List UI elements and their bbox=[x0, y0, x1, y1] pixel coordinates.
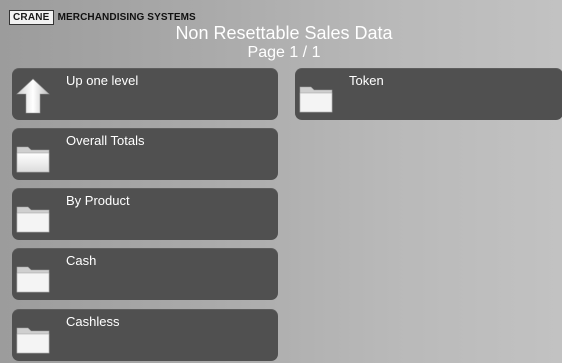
folder-icon bbox=[16, 206, 50, 233]
folder-icon bbox=[16, 146, 50, 173]
folder-cash[interactable]: Cash bbox=[12, 248, 278, 300]
folder-icon bbox=[16, 327, 50, 354]
up-one-level-label: Up one level bbox=[66, 73, 139, 88]
cash-label: Cash bbox=[66, 253, 97, 268]
overall-totals-label: Overall Totals bbox=[66, 133, 145, 148]
folder-icon bbox=[16, 266, 50, 293]
arrow-up-icon bbox=[16, 78, 50, 114]
logo-text: MERCHANDISING SYSTEMS bbox=[57, 12, 196, 23]
folder-token[interactable]: Token bbox=[295, 68, 562, 120]
up-one-level-button[interactable]: Up one level bbox=[12, 68, 278, 120]
page-indicator: Page 1 / 1 bbox=[247, 44, 321, 61]
cashless-label: Cashless bbox=[66, 314, 120, 329]
by-product-label: By Product bbox=[66, 193, 130, 208]
token-label: Token bbox=[349, 73, 384, 88]
folder-cashless[interactable]: Cashless bbox=[12, 309, 278, 361]
folder-icon bbox=[299, 86, 333, 113]
page-title: Non Resettable Sales Data bbox=[175, 23, 393, 43]
folder-overall-totals[interactable]: Overall Totals bbox=[12, 128, 278, 180]
folder-by-product[interactable]: By Product bbox=[12, 188, 278, 240]
